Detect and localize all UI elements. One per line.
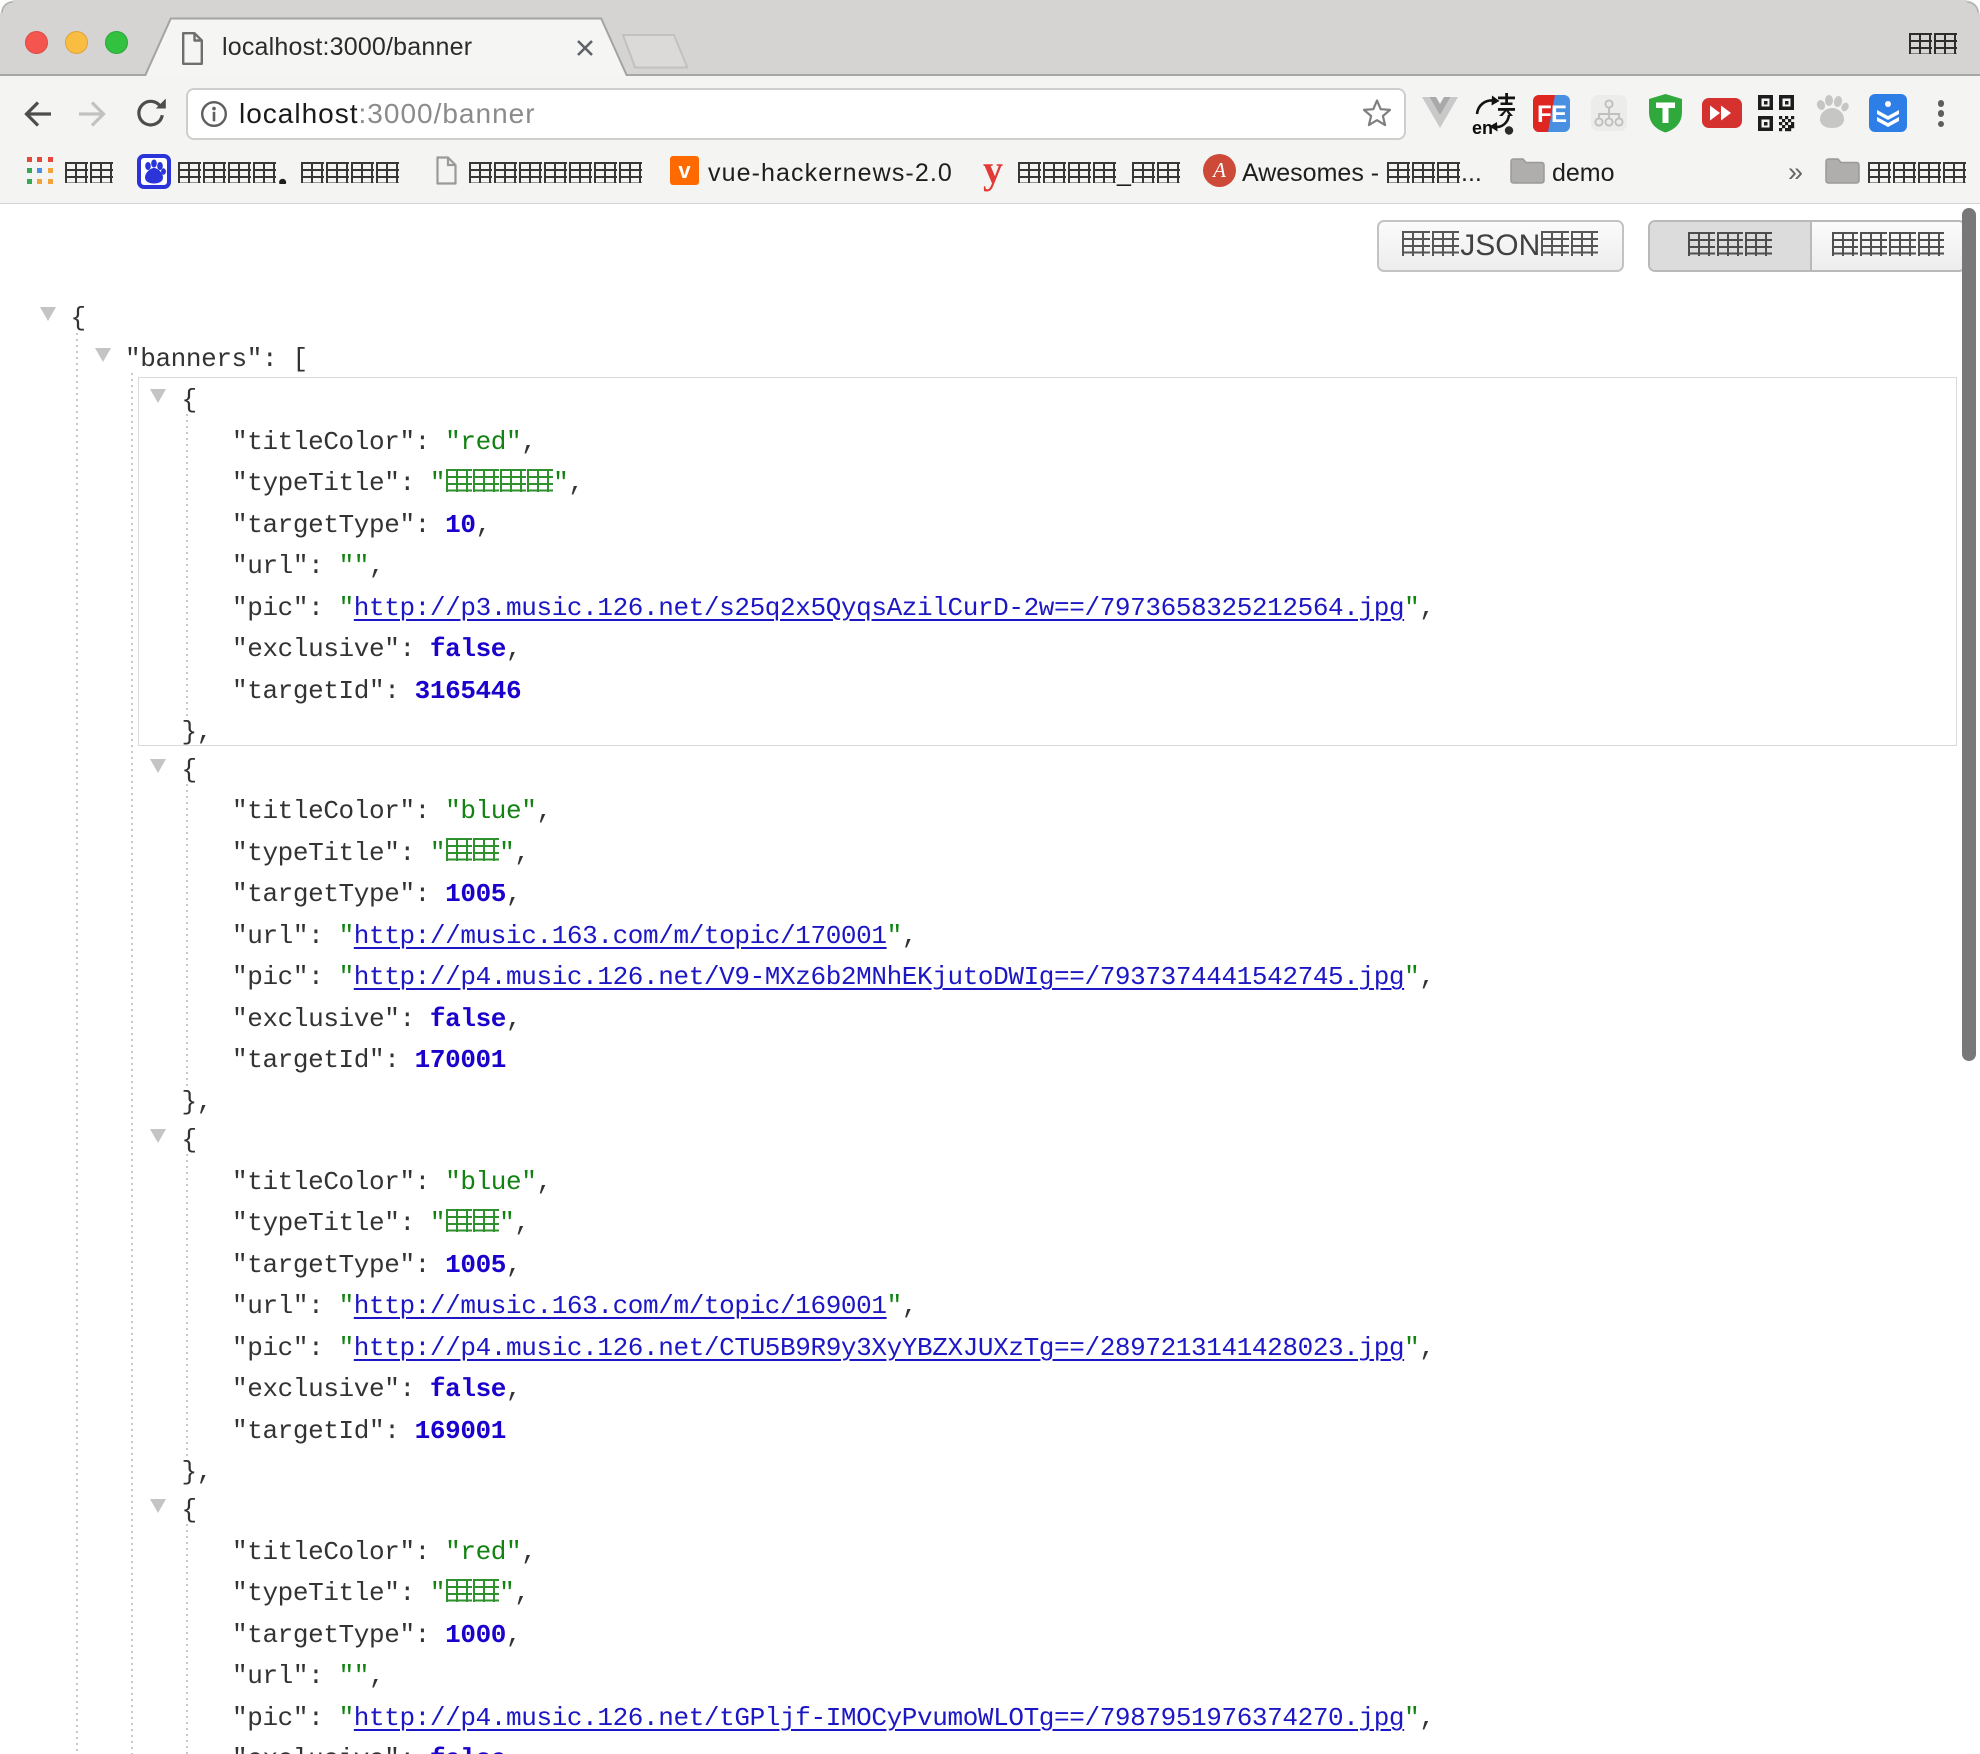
svg-text:en: en [1472,118,1493,136]
svg-text:E: E [1551,101,1567,128]
svg-text:F: F [1537,101,1552,128]
